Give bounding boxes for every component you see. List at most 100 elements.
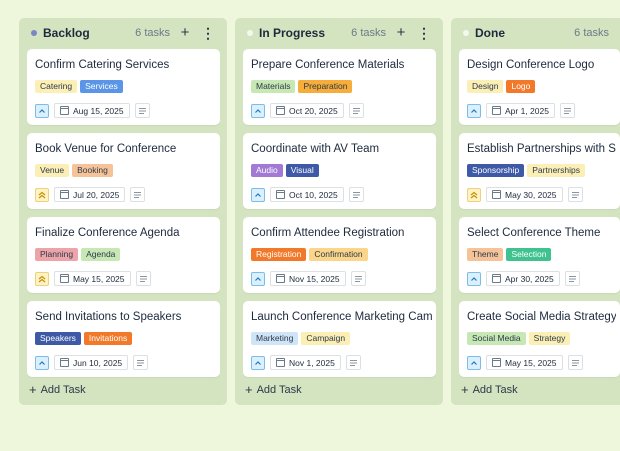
due-date[interactable]: Jun 10, 2025 xyxy=(54,355,129,370)
tag-badge: Partnerships xyxy=(527,164,585,177)
tag-list: Venue Booking xyxy=(35,164,116,177)
description-icon[interactable] xyxy=(135,271,151,286)
task-title: Design Conference Logo xyxy=(467,59,595,71)
description-icon[interactable] xyxy=(345,355,361,370)
add-task-button[interactable]: + Add Task xyxy=(19,374,227,405)
tag-badge: Catering xyxy=(35,80,78,93)
tag-badge: Services xyxy=(80,80,123,93)
calendar-icon xyxy=(60,274,69,283)
tag-list: Social Media Strategy xyxy=(467,332,573,345)
due-date[interactable]: Nov 1, 2025 xyxy=(270,355,341,370)
task-card[interactable]: Coordinate with AV Team Audio Visual Oct 10… xyxy=(243,133,436,209)
task-meta: May 30, 2025 xyxy=(467,187,583,202)
task-count: 6 tasks xyxy=(351,27,386,39)
task-card[interactable]: Confirm Attendee Registration Registratio… xyxy=(243,217,436,293)
chevron-up-icon[interactable] xyxy=(467,355,481,370)
add-task-button[interactable]: + Add Task xyxy=(451,374,620,405)
chevron-up-icon[interactable] xyxy=(35,355,49,370)
task-card[interactable]: Design Conference Logo Design Logo Apr 1, 2… xyxy=(459,49,620,125)
task-card[interactable]: Send Invitations to Speakers Speakers Invi… xyxy=(27,301,220,377)
task-card[interactable]: Create Social Media Strategy Social Media… xyxy=(459,301,620,377)
column-title: In Progress xyxy=(259,26,326,40)
due-date[interactable]: Apr 1, 2025 xyxy=(486,103,555,118)
card-list[interactable]: Design Conference Logo Design Logo Apr 1, 2… xyxy=(459,49,620,390)
description-icon[interactable] xyxy=(348,187,364,202)
more-options-icon[interactable]: ⋮ xyxy=(417,26,431,40)
tag-list: Speakers Invitations xyxy=(35,332,135,345)
column-done: Done 6 tasks Design Conference Logo Desig… xyxy=(451,18,620,405)
task-card[interactable]: Establish Partnerships with Sponsors Spon… xyxy=(459,133,620,209)
description-icon[interactable] xyxy=(567,355,583,370)
due-date[interactable]: Jul 20, 2025 xyxy=(54,187,126,202)
tag-badge: Speakers xyxy=(35,332,81,345)
description-icon[interactable] xyxy=(567,187,583,202)
task-card[interactable]: Launch Conference Marketing Campaign Mark… xyxy=(243,301,436,377)
add-task-button[interactable]: + Add Task xyxy=(235,374,443,405)
due-date[interactable]: May 30, 2025 xyxy=(486,187,563,202)
task-card[interactable]: Finalize Conference Agenda Planning Agenda… xyxy=(27,217,220,293)
due-date[interactable]: May 15, 2025 xyxy=(54,271,131,286)
due-date[interactable]: Oct 10, 2025 xyxy=(270,187,344,202)
double-chevron-up-icon[interactable] xyxy=(35,271,49,286)
description-icon[interactable] xyxy=(559,103,575,118)
due-date[interactable]: Aug 15, 2025 xyxy=(54,103,130,118)
task-card[interactable]: Prepare Conference Materials Materials Pre… xyxy=(243,49,436,125)
description-icon[interactable] xyxy=(134,103,150,118)
task-title: Launch Conference Marketing Campaign xyxy=(251,311,432,323)
tag-list: Sponsorship Partnerships xyxy=(467,164,588,177)
calendar-icon xyxy=(276,190,285,199)
due-date[interactable]: Oct 20, 2025 xyxy=(270,103,344,118)
double-chevron-up-icon[interactable] xyxy=(467,187,481,202)
tag-badge: Logo xyxy=(506,80,536,93)
description-icon[interactable] xyxy=(133,355,149,370)
chevron-up-icon[interactable] xyxy=(251,103,265,118)
add-task-label: Add Task xyxy=(472,383,518,396)
calendar-icon xyxy=(60,190,69,199)
tag-badge: Booking xyxy=(72,164,113,177)
tag-badge: Design xyxy=(467,80,504,93)
tag-badge: Sponsorship xyxy=(467,164,525,177)
add-icon[interactable]: + xyxy=(395,25,407,40)
chevron-up-icon[interactable] xyxy=(35,103,49,118)
calendar-icon xyxy=(60,358,69,367)
chevron-up-icon[interactable] xyxy=(251,271,265,286)
tag-badge: Planning xyxy=(35,248,79,261)
task-card[interactable]: Confirm Catering Services Catering Service… xyxy=(27,49,220,125)
column-status-dot xyxy=(247,30,253,36)
task-meta: Nov 15, 2025 xyxy=(251,271,366,286)
due-date-text: Aug 15, 2025 xyxy=(73,105,124,116)
chevron-up-icon[interactable] xyxy=(467,271,481,286)
task-card[interactable]: Book Venue for Conference Venue Booking Jul… xyxy=(27,133,220,209)
due-date-text: Apr 1, 2025 xyxy=(505,105,549,116)
description-icon[interactable] xyxy=(350,271,366,286)
chevron-up-icon[interactable] xyxy=(251,187,265,202)
double-chevron-up-icon[interactable] xyxy=(35,187,49,202)
description-icon[interactable] xyxy=(348,103,364,118)
tag-badge: Visual xyxy=(285,164,319,177)
add-icon[interactable]: + xyxy=(179,25,191,40)
chevron-up-icon[interactable] xyxy=(467,103,481,118)
calendar-icon xyxy=(60,106,69,115)
column-title: Backlog xyxy=(43,26,90,40)
card-list[interactable]: Confirm Catering Services Catering Service… xyxy=(27,49,220,390)
task-meta: Jun 10, 2025 xyxy=(35,355,149,370)
due-date[interactable]: Nov 15, 2025 xyxy=(270,271,346,286)
task-count: 6 tasks xyxy=(135,27,170,39)
chevron-up-icon[interactable] xyxy=(251,355,265,370)
task-meta: Oct 10, 2025 xyxy=(251,187,364,202)
task-card[interactable]: Select Conference Theme Theme Selection Apr… xyxy=(459,217,620,293)
description-icon[interactable] xyxy=(130,187,146,202)
description-icon[interactable] xyxy=(564,271,580,286)
card-list[interactable]: Prepare Conference Materials Materials Pre… xyxy=(243,49,436,390)
due-date-text: May 15, 2025 xyxy=(73,273,125,284)
due-date[interactable]: Apr 30, 2025 xyxy=(486,271,560,286)
more-options-icon[interactable]: ⋮ xyxy=(201,26,215,40)
tag-badge: Invitations xyxy=(83,332,133,345)
task-title: Prepare Conference Materials xyxy=(251,59,405,71)
due-date[interactable]: May 15, 2025 xyxy=(486,355,563,370)
tag-list: Catering Services xyxy=(35,80,126,93)
task-title: Confirm Catering Services xyxy=(35,59,170,71)
calendar-icon xyxy=(492,190,501,199)
task-title: Create Social Media Strategy xyxy=(467,311,616,323)
due-date-text: May 30, 2025 xyxy=(505,189,557,200)
